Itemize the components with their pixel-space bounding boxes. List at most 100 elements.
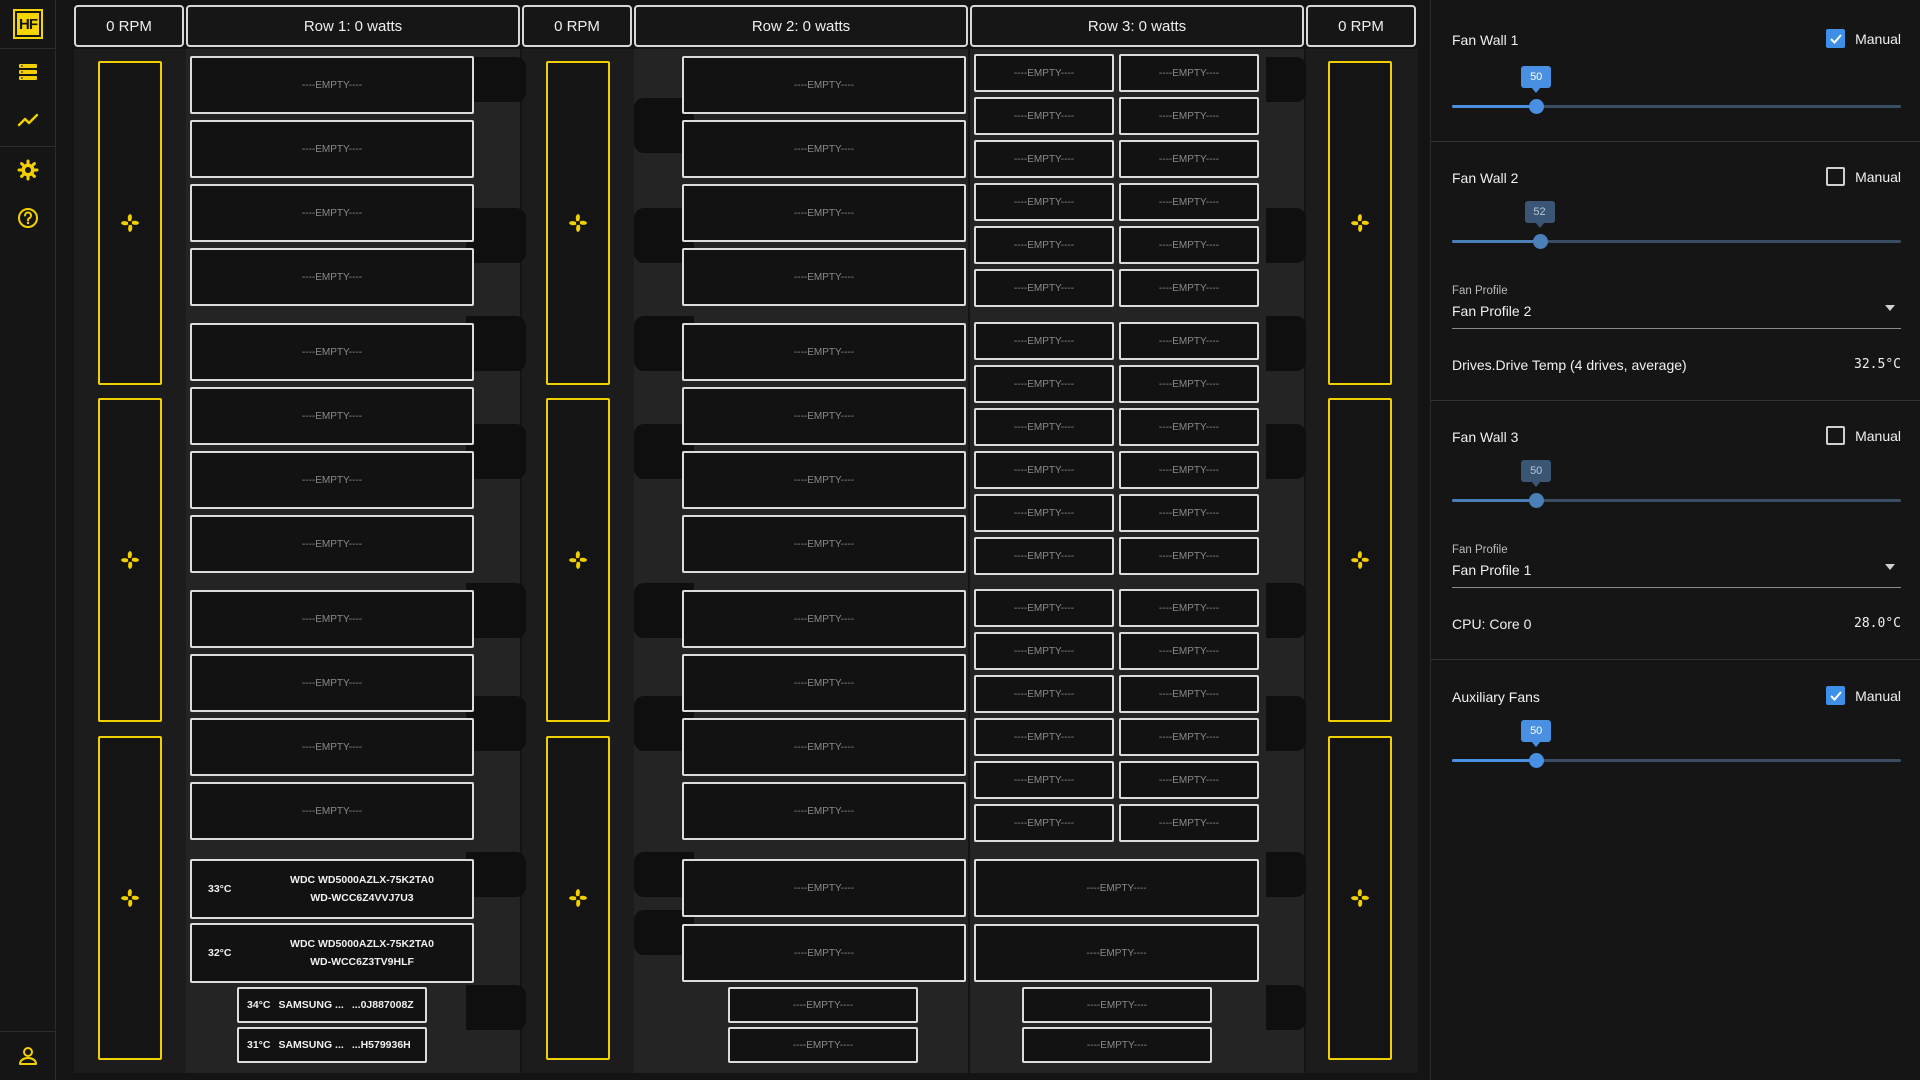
empty-bay[interactable]: ----EMPTY----	[190, 387, 474, 445]
empty-bay[interactable]: ----EMPTY----	[682, 590, 966, 648]
empty-bay[interactable]: ----EMPTY----	[190, 654, 474, 712]
fan[interactable]	[546, 398, 610, 722]
empty-bay[interactable]: ----EMPTY----	[190, 56, 474, 114]
empty-bay[interactable]: ----EMPTY----	[1119, 718, 1259, 756]
nav-charts[interactable]	[0, 96, 56, 144]
empty-bay[interactable]: ----EMPTY----	[682, 184, 966, 242]
empty-bay[interactable]: ----EMPTY----	[682, 515, 966, 573]
app-logo[interactable]: HF	[0, 0, 56, 48]
empty-bay[interactable]: ----EMPTY----	[1119, 183, 1259, 221]
slider-thumb[interactable]	[1529, 493, 1545, 508]
ssd-bay[interactable]: 34°C SAMSUNG ... ...0J887008Z	[237, 987, 427, 1023]
fan-wall-2-slider[interactable]: 52	[1452, 201, 1901, 251]
empty-bay[interactable]: ----EMPTY----	[974, 226, 1114, 264]
empty-bay[interactable]: ----EMPTY----	[1119, 537, 1259, 575]
empty-bay[interactable]: ----EMPTY----	[974, 54, 1114, 92]
empty-bay[interactable]: ----EMPTY----	[974, 183, 1114, 221]
empty-bay[interactable]: ----EMPTY----	[728, 1027, 918, 1063]
empty-bay[interactable]: ----EMPTY----	[974, 924, 1259, 982]
auxiliary-fans-slider[interactable]: 50	[1452, 720, 1901, 770]
empty-bay[interactable]: ----EMPTY----	[1119, 804, 1259, 842]
empty-bay[interactable]: ----EMPTY----	[682, 56, 966, 114]
empty-bay[interactable]: ----EMPTY----	[974, 859, 1259, 917]
nav-settings[interactable]	[0, 146, 56, 194]
empty-bay[interactable]: ----EMPTY----	[682, 924, 966, 982]
empty-bay[interactable]: ----EMPTY----	[682, 248, 966, 306]
empty-bay[interactable]: ----EMPTY----	[974, 451, 1114, 489]
empty-bay[interactable]: ----EMPTY----	[1119, 322, 1259, 360]
empty-bay[interactable]: ----EMPTY----	[974, 269, 1114, 307]
empty-bay[interactable]: ----EMPTY----	[974, 322, 1114, 360]
empty-bay[interactable]: ----EMPTY----	[190, 718, 474, 776]
empty-bay[interactable]: ----EMPTY----	[1119, 675, 1259, 713]
empty-bay[interactable]: ----EMPTY----	[190, 515, 474, 573]
empty-bay[interactable]: ----EMPTY----	[1119, 140, 1259, 178]
empty-bay[interactable]: ----EMPTY----	[1119, 589, 1259, 627]
fan[interactable]	[1328, 61, 1392, 385]
drive-bay[interactable]: 33°C WDC WD5000AZLX-75K2TA0 WD-WCC6Z4VVJ7U…	[190, 859, 474, 919]
fan-wall-3-slider[interactable]: 50	[1452, 460, 1901, 510]
slider-thumb[interactable]	[1529, 99, 1545, 114]
empty-bay[interactable]: ----EMPTY----	[974, 494, 1114, 532]
fan[interactable]	[98, 398, 162, 722]
empty-bay[interactable]: ----EMPTY----	[974, 589, 1114, 627]
empty-bay[interactable]: ----EMPTY----	[1119, 408, 1259, 446]
nav-help[interactable]	[0, 194, 56, 242]
drive-bay[interactable]: 32°C WDC WD5000AZLX-75K2TA0 WD-WCC6Z3TV9HL…	[190, 923, 474, 983]
auxiliary-manual-toggle[interactable]: Manual	[1826, 686, 1901, 705]
fan[interactable]	[546, 736, 610, 1060]
empty-bay[interactable]: ----EMPTY----	[1119, 632, 1259, 670]
empty-bay[interactable]: ----EMPTY----	[682, 859, 966, 917]
empty-bay[interactable]: ----EMPTY----	[974, 365, 1114, 403]
empty-bay[interactable]: ----EMPTY----	[682, 718, 966, 776]
empty-bay[interactable]: ----EMPTY----	[682, 387, 966, 445]
empty-bay[interactable]: ----EMPTY----	[1119, 54, 1259, 92]
empty-bay[interactable]: ----EMPTY----	[974, 632, 1114, 670]
nav-user[interactable]	[0, 1032, 56, 1080]
empty-bay[interactable]: ----EMPTY----	[682, 323, 966, 381]
empty-bay[interactable]: ----EMPTY----	[190, 184, 474, 242]
empty-bay[interactable]: ----EMPTY----	[1119, 761, 1259, 799]
fan[interactable]	[546, 61, 610, 385]
empty-bay[interactable]: ----EMPTY----	[1119, 365, 1259, 403]
empty-bay[interactable]: ----EMPTY----	[190, 590, 474, 648]
fan-wall-2-manual-toggle[interactable]: Manual	[1826, 167, 1901, 186]
fan[interactable]	[98, 736, 162, 1060]
empty-bay[interactable]: ----EMPTY----	[682, 654, 966, 712]
empty-bay[interactable]: ----EMPTY----	[1022, 1027, 1212, 1063]
empty-bay[interactable]: ----EMPTY----	[974, 718, 1114, 756]
fan[interactable]	[1328, 398, 1392, 722]
empty-bay[interactable]: ----EMPTY----	[974, 537, 1114, 575]
ssd-bay[interactable]: 31°C SAMSUNG ... ...H579936H	[237, 1027, 427, 1063]
empty-bay[interactable]: ----EMPTY----	[1119, 494, 1259, 532]
empty-bay[interactable]: ----EMPTY----	[682, 120, 966, 178]
empty-bay[interactable]: ----EMPTY----	[974, 140, 1114, 178]
empty-bay[interactable]: ----EMPTY----	[974, 97, 1114, 135]
nav-storage[interactable]	[0, 48, 56, 96]
empty-bay[interactable]: ----EMPTY----	[974, 675, 1114, 713]
fan-wall-3-profile-select[interactable]: Fan Profile Fan Profile 1	[1452, 544, 1901, 588]
empty-bay[interactable]: ----EMPTY----	[190, 120, 474, 178]
slider-thumb[interactable]	[1529, 753, 1545, 768]
empty-bay[interactable]: ----EMPTY----	[1119, 269, 1259, 307]
empty-bay[interactable]: ----EMPTY----	[190, 248, 474, 306]
empty-bay[interactable]: ----EMPTY----	[190, 323, 474, 381]
empty-bay[interactable]: ----EMPTY----	[974, 804, 1114, 842]
fan-wall-1-manual-toggle[interactable]: Manual	[1826, 29, 1901, 48]
fan[interactable]	[1328, 736, 1392, 1060]
empty-bay[interactable]: ----EMPTY----	[1119, 451, 1259, 489]
empty-bay[interactable]: ----EMPTY----	[190, 782, 474, 840]
empty-bay[interactable]: ----EMPTY----	[728, 987, 918, 1023]
empty-bay[interactable]: ----EMPTY----	[682, 451, 966, 509]
slider-thumb[interactable]	[1532, 234, 1548, 249]
empty-bay[interactable]: ----EMPTY----	[190, 451, 474, 509]
empty-bay[interactable]: ----EMPTY----	[1022, 987, 1212, 1023]
empty-bay[interactable]: ----EMPTY----	[974, 408, 1114, 446]
empty-bay[interactable]: ----EMPTY----	[974, 761, 1114, 799]
empty-bay[interactable]: ----EMPTY----	[1119, 226, 1259, 264]
fan-wall-2-profile-select[interactable]: Fan Profile Fan Profile 2	[1452, 285, 1901, 329]
empty-bay[interactable]: ----EMPTY----	[1119, 97, 1259, 135]
fan-wall-3-manual-toggle[interactable]: Manual	[1826, 426, 1901, 445]
empty-bay[interactable]: ----EMPTY----	[682, 782, 966, 840]
fan-wall-1-slider[interactable]: 50	[1452, 66, 1901, 116]
